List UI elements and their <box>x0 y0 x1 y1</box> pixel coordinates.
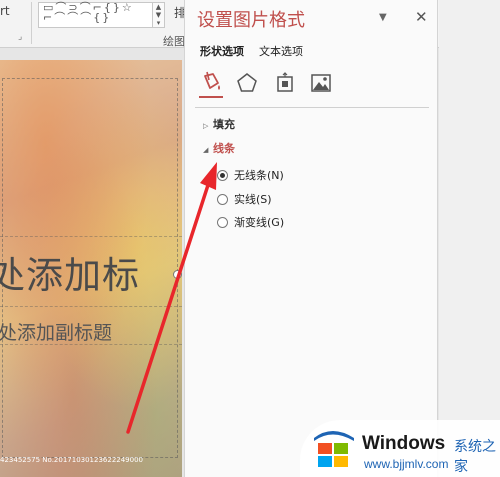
collapse-triangle-icon: ◢ <box>203 146 209 154</box>
pane-title: 设置图片格式 <box>197 10 305 31</box>
tab-shape-options[interactable]: 形状选项 <box>200 43 244 59</box>
ribbon-left-fragment[interactable]: rt <box>0 4 10 18</box>
radio-button[interactable] <box>217 193 228 205</box>
right-margin-strip <box>439 0 500 477</box>
section-line[interactable]: ◢ 线条 <box>203 140 235 156</box>
placeholder-border <box>0 236 182 237</box>
active-category-indicator <box>199 96 223 98</box>
size-properties-icon[interactable] <box>273 70 297 96</box>
slide-canvas[interactable]: 处添加标 处添加副标题 423452575 No.201710301236222… <box>0 60 182 477</box>
ribbon-separator <box>31 2 32 44</box>
section-fill[interactable]: ▷ 填充 <box>203 116 235 132</box>
slide-subtitle-placeholder[interactable]: 处添加副标题 <box>0 318 112 345</box>
windows-logo-icon <box>314 431 354 467</box>
site-url: www.bjjmlv.com <box>364 457 449 471</box>
radio-button[interactable] <box>217 169 228 181</box>
radio-solid-line[interactable]: 实线(S) <box>217 192 272 206</box>
shape-gallery[interactable]: ▭⌒⊃⌒⌐{}☆ ⌐⌒⌒⌒{} ▲ ▼ ▾ <box>38 1 165 28</box>
radio-gradient-line-label: 渐变线(G) <box>234 216 285 229</box>
radio-no-line-label: 无线条(N) <box>234 169 284 182</box>
dialog-launcher-icon[interactable]: ⌟ <box>18 32 22 42</box>
gallery-expand-icon[interactable]: ▾ <box>153 19 164 27</box>
windows-wordmark: Windows <box>362 433 446 454</box>
image-watermark-text: 423452575 No.20171030123622249000 <box>0 456 144 464</box>
radio-gradient-line[interactable]: 渐变线(G) <box>217 215 284 229</box>
windows-watermark-badge: Windows 系统之家 www.bjjmlv.com <box>300 420 500 477</box>
pane-divider <box>195 107 429 108</box>
placeholder-border <box>0 306 182 307</box>
slide-title-placeholder[interactable]: 处添加标 <box>0 245 140 299</box>
section-line-label: 线条 <box>213 142 235 155</box>
radio-solid-line-label: 实线(S) <box>234 193 272 206</box>
radio-no-line[interactable]: 无线条(N) <box>217 168 284 182</box>
pane-options-chevron-icon[interactable]: ▼ <box>379 12 387 23</box>
pentagon-effects-icon[interactable] <box>235 70 259 96</box>
gallery-scroll[interactable]: ▲ ▼ ▾ <box>152 3 164 27</box>
radio-button[interactable] <box>217 216 228 228</box>
scroll-down-icon[interactable]: ▼ <box>153 11 164 19</box>
close-icon[interactable]: ✕ <box>415 8 428 26</box>
shape-gallery-row[interactable]: ⌐⌒⌒⌒{} <box>43 9 111 25</box>
site-name-cn: 系统之家 <box>454 439 496 475</box>
tab-text-options[interactable]: 文本选项 <box>259 43 303 59</box>
drawing-group-label: 绘图 <box>163 35 185 48</box>
picture-icon[interactable] <box>309 70 333 96</box>
format-picture-pane: 设置图片格式 ▼ ✕ 形状选项 文本选项 ▷ 填充 ◢ 线条 无线条(N) 实线… <box>184 0 438 477</box>
fill-bucket-icon[interactable] <box>199 70 223 96</box>
resize-handle[interactable] <box>173 270 182 279</box>
section-fill-label: 填充 <box>213 118 235 131</box>
expand-triangle-icon: ▷ <box>203 122 209 130</box>
scroll-up-icon[interactable]: ▲ <box>153 3 164 11</box>
